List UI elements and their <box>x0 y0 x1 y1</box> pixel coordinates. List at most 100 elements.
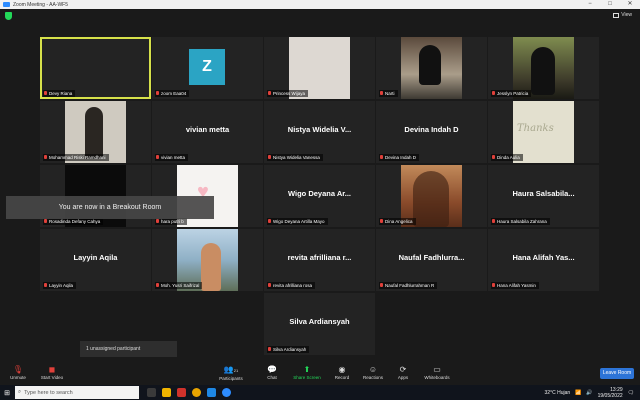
view-button[interactable]: View <box>613 12 632 18</box>
apps-label: Apps <box>397 375 409 380</box>
video-tile-narti[interactable]: Narti <box>376 37 487 99</box>
video-tile-dinda-aulia[interactable]: Thanks Dinda Aulia <box>488 101 599 163</box>
participant-name: Naufal Fadhlurrahman R <box>379 282 438 289</box>
record-label: Record <box>334 375 350 380</box>
taskbar-search-box[interactable]: ⌕ Type here to search <box>15 386 139 399</box>
video-tile-revita-afrilliana[interactable]: revita afrilliana r... revita afrilliana… <box>264 229 375 291</box>
participant-name: Moh. Yusri Saifrizal <box>155 282 203 289</box>
participant-name: Hana Alifah Yasmin <box>491 282 539 289</box>
participant-display-name: vivian metta <box>185 125 230 134</box>
reactions-icon: ☺ <box>368 365 378 374</box>
participant-name: Narti <box>379 90 398 97</box>
leave-room-button[interactable]: Leave Room <box>600 368 634 379</box>
video-tile-princess-wijaya[interactable]: Princess Wijaya <box>264 37 375 99</box>
video-tile-silva-ardiansyah[interactable]: Silva Ardiansyah Silva Ardiansyah <box>264 293 375 355</box>
video-tile-dina-angelica[interactable]: Dina Angelica <box>376 165 487 227</box>
zoom-taskbar-icon[interactable] <box>222 388 231 397</box>
chrome-icon[interactable] <box>192 388 201 397</box>
video-off-icon: ◼ <box>48 365 56 374</box>
window-title: Zoom Meeting - AA-WF5 <box>13 1 69 8</box>
participant-display-name: Haura Salsabila... <box>512 189 575 198</box>
start-video-label: Start Video <box>40 375 64 380</box>
video-tile-zoom-eaa04[interactable]: Z zoom Eaa04 <box>152 37 263 99</box>
start-video-button[interactable]: ◼ Start Video <box>32 365 72 380</box>
participant-display-name: revita afrilliana r... <box>287 253 352 262</box>
video-tile-jesslyn-patricia[interactable]: Jesslyn Patricia <box>488 37 599 99</box>
file-explorer-icon[interactable] <box>162 388 171 397</box>
avatar: Z <box>189 49 225 85</box>
reactions-label: Reactions <box>362 375 383 380</box>
video-tile-nistya-widelia[interactable]: Nistya Widelia V... Nistya Widelia Vanes… <box>264 101 375 163</box>
chat-button[interactable]: 💬 Chat <box>252 365 292 380</box>
video-tile-haura-salsabila[interactable]: Haura Salsabila... Haura Salsabila Zahra… <box>488 165 599 227</box>
windows-start-icon[interactable]: ⊞ <box>0 385 14 400</box>
maximize-button[interactable]: □ <box>600 0 620 9</box>
video-tile-layyin-aqila[interactable]: Layyin Aqila Layyin Aqila <box>40 229 151 291</box>
share-screen-button[interactable]: ⬆ Share Screen <box>287 365 327 380</box>
record-icon: ◉ <box>338 365 346 374</box>
video-tile-moh-yusri[interactable]: Moh. Yusri Saifrizal <box>152 229 263 291</box>
chat-label: Chat <box>267 375 277 380</box>
meeting-toolbar: 🎙 Unmute ◼ Start Video 👥21 Participants … <box>0 362 640 385</box>
participant-name: Nistya Widelia Vanessa <box>267 154 323 161</box>
whiteboards-label: Whiteboards <box>424 375 450 380</box>
participants-icon: 👥21 <box>223 365 239 374</box>
taskbar-clock[interactable]: 13:29 19/05/2022 <box>598 387 623 399</box>
share-screen-label: Share Screen <box>293 375 321 380</box>
participant-name: hara putri b <box>155 218 187 225</box>
participant-name: Jesslyn Patricia <box>491 90 532 97</box>
participant-name: Devina Indah D <box>379 154 420 161</box>
participant-name: Silva Ardiansyah <box>267 346 310 353</box>
video-tile-devina-indah[interactable]: Devina Indah D Devina Indah D <box>376 101 487 163</box>
participants-label: Participants <box>219 376 243 381</box>
video-tile-naufal-fadhlurrahman[interactable]: Naufal Fadhlurra... Naufal Fadhlurrahman… <box>376 229 487 291</box>
minimize-button[interactable]: − <box>580 0 600 9</box>
participant-name: Haura Salsabila Zahrana <box>491 218 550 225</box>
task-view-icon[interactable] <box>147 388 156 397</box>
participant-name: Princess Wijaya <box>267 90 309 97</box>
muted-mic-icon: 🎙 <box>12 365 24 374</box>
volume-icon[interactable]: 🔊 <box>586 390 592 396</box>
network-icon[interactable]: 📶 <box>575 390 581 396</box>
notification-icon[interactable]: 🗨 <box>628 390 634 396</box>
participants-button[interactable]: 👥21 Participants <box>211 365 251 381</box>
participant-display-name: Wigo Deyana Ar... <box>287 189 351 198</box>
breakout-room-notice: You are now in a Breakout Room <box>6 196 214 219</box>
chat-icon: 💬 <box>267 365 277 374</box>
participant-name: Layyin Aqila <box>43 282 77 289</box>
thanks-text: Thanks <box>517 123 554 134</box>
office-icon[interactable] <box>177 388 186 397</box>
video-tile-devy-riana[interactable]: Devy Riana <box>40 37 151 99</box>
video-tile-mohammad-riski[interactable]: Mohammad Riski Ramdhani <box>40 101 151 163</box>
security-shield-icon[interactable] <box>5 12 12 20</box>
windows-taskbar: ⊞ ⌕ Type here to search 32°C Hujan 📶 🔊 1… <box>0 385 640 400</box>
participant-display-name: Devina Indah D <box>404 125 459 134</box>
video-tile-hana-alifah[interactable]: Hana Alifah Yas... Hana Alifah Yasmin <box>488 229 599 291</box>
participant-display-name: Naufal Fadhlurra... <box>398 253 465 262</box>
view-label: View <box>621 12 632 18</box>
share-screen-icon: ⬆ <box>303 365 311 374</box>
clock-date: 19/05/2022 <box>597 392 623 399</box>
unassigned-participant-notice[interactable]: 1 unassigned participant <box>80 341 177 357</box>
participant-display-name: Layyin Aqila <box>73 253 118 262</box>
participants-count: 21 <box>233 368 239 373</box>
participant-name: Wigo Deyana Artilla Mayo <box>267 218 328 225</box>
whiteboards-button[interactable]: ▭ Whiteboards <box>417 365 457 380</box>
search-icon: ⌕ <box>18 389 22 395</box>
participant-display-name: Hana Alifah Yas... <box>512 253 575 262</box>
participant-name: Dinda Aulia <box>491 154 523 161</box>
video-tile-vivian-metta[interactable]: vivian metta vivian metta <box>152 101 263 163</box>
taskbar-pinned-apps <box>147 388 231 397</box>
participant-name: Rosadinda Defany Cahya <box>43 218 104 225</box>
close-button[interactable]: ✕ <box>620 0 640 9</box>
participant-name: zoom Eaa04 <box>155 90 190 97</box>
video-tile-wigo-deyana[interactable]: Wigo Deyana Ar... Wigo Deyana Artilla Ma… <box>264 165 375 227</box>
weather-widget[interactable]: 32°C Hujan <box>545 390 571 396</box>
participant-name: Dina Angelica <box>379 218 416 225</box>
zoom-app-icon <box>3 2 10 7</box>
apps-icon: ⟳ <box>399 365 407 374</box>
participant-name: Mohammad Riski Ramdhani <box>43 154 109 161</box>
whiteboard-icon: ▭ <box>433 365 441 374</box>
edge-icon[interactable] <box>207 388 216 397</box>
grid-icon <box>613 12 620 18</box>
